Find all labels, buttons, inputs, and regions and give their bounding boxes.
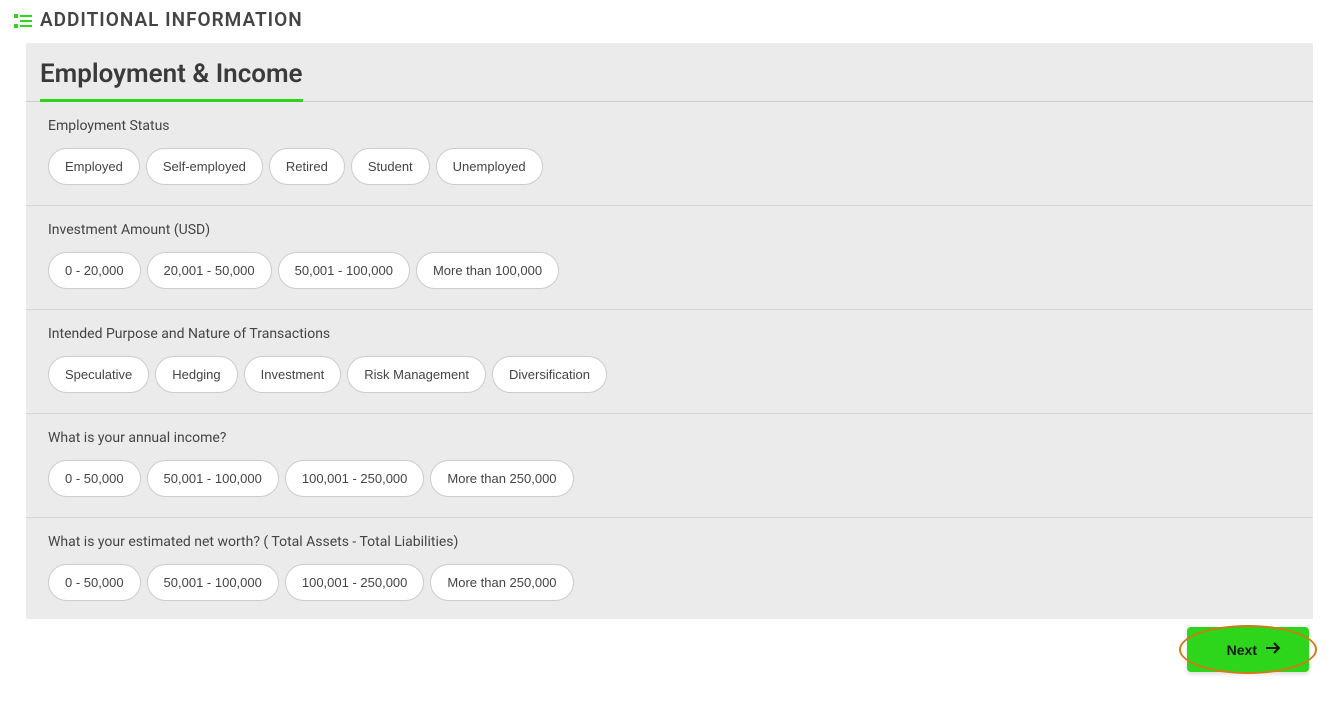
next-button[interactable]: Next xyxy=(1187,627,1309,672)
option-pill[interactable]: Investment xyxy=(244,356,342,393)
option-row: EmployedSelf-employedRetiredStudentUnemp… xyxy=(48,148,1291,185)
form-section: What is your estimated net worth? ( Tota… xyxy=(26,518,1313,619)
section-label: Investment Amount (USD) xyxy=(48,222,1291,238)
option-pill[interactable]: More than 250,000 xyxy=(430,460,573,497)
option-pill[interactable]: Risk Management xyxy=(347,356,486,393)
option-pill[interactable]: 0 - 50,000 xyxy=(48,564,141,601)
option-pill[interactable]: Unemployed xyxy=(436,148,543,185)
page-title: ADDITIONAL INFORMATION xyxy=(40,8,303,31)
option-pill[interactable]: Hedging xyxy=(155,356,237,393)
next-button-label: Next xyxy=(1227,642,1257,658)
option-row: 0 - 50,00050,001 - 100,000100,001 - 250,… xyxy=(48,460,1291,497)
list-icon xyxy=(14,13,32,27)
option-pill[interactable]: More than 250,000 xyxy=(430,564,573,601)
section-label: Employment Status xyxy=(48,118,1291,134)
section-label: Intended Purpose and Nature of Transacti… xyxy=(48,326,1291,342)
option-pill[interactable]: 50,001 - 100,000 xyxy=(147,460,279,497)
card-title: Employment & Income xyxy=(40,59,303,102)
option-pill[interactable]: 20,001 - 50,000 xyxy=(147,252,272,289)
option-pill[interactable]: Retired xyxy=(269,148,345,185)
option-pill[interactable]: Diversification xyxy=(492,356,607,393)
option-pill[interactable]: 50,001 - 100,000 xyxy=(147,564,279,601)
arrow-right-icon xyxy=(1265,641,1281,658)
form-card: Employment & Income Employment StatusEmp… xyxy=(26,43,1313,619)
option-pill[interactable]: 0 - 20,000 xyxy=(48,252,141,289)
section-label: What is your annual income? xyxy=(48,430,1291,446)
form-section: Intended Purpose and Nature of Transacti… xyxy=(26,310,1313,414)
form-section: What is your annual income? 0 - 50,00050,… xyxy=(26,414,1313,518)
option-pill[interactable]: 50,001 - 100,000 xyxy=(278,252,410,289)
option-pill[interactable]: 100,001 - 250,000 xyxy=(285,564,425,601)
option-pill[interactable]: Self-employed xyxy=(146,148,263,185)
form-section: Employment Status EmployedSelf-employedRe… xyxy=(26,102,1313,206)
option-pill[interactable]: Student xyxy=(351,148,430,185)
option-pill[interactable]: 100,001 - 250,000 xyxy=(285,460,425,497)
page-header: ADDITIONAL INFORMATION xyxy=(0,0,1339,43)
footer: Next xyxy=(0,619,1339,692)
option-row: 0 - 50,00050,001 - 100,000100,001 - 250,… xyxy=(48,564,1291,601)
option-pill[interactable]: More than 100,000 xyxy=(416,252,559,289)
form-section: Investment Amount (USD) 0 - 20,00020,001 … xyxy=(26,206,1313,310)
option-row: 0 - 20,00020,001 - 50,00050,001 - 100,00… xyxy=(48,252,1291,289)
section-label: What is your estimated net worth? ( Tota… xyxy=(48,534,1291,550)
option-row: SpeculativeHedgingInvestmentRisk Managem… xyxy=(48,356,1291,393)
option-pill[interactable]: Employed xyxy=(48,148,140,185)
option-pill[interactable]: 0 - 50,000 xyxy=(48,460,141,497)
option-pill[interactable]: Speculative xyxy=(48,356,149,393)
